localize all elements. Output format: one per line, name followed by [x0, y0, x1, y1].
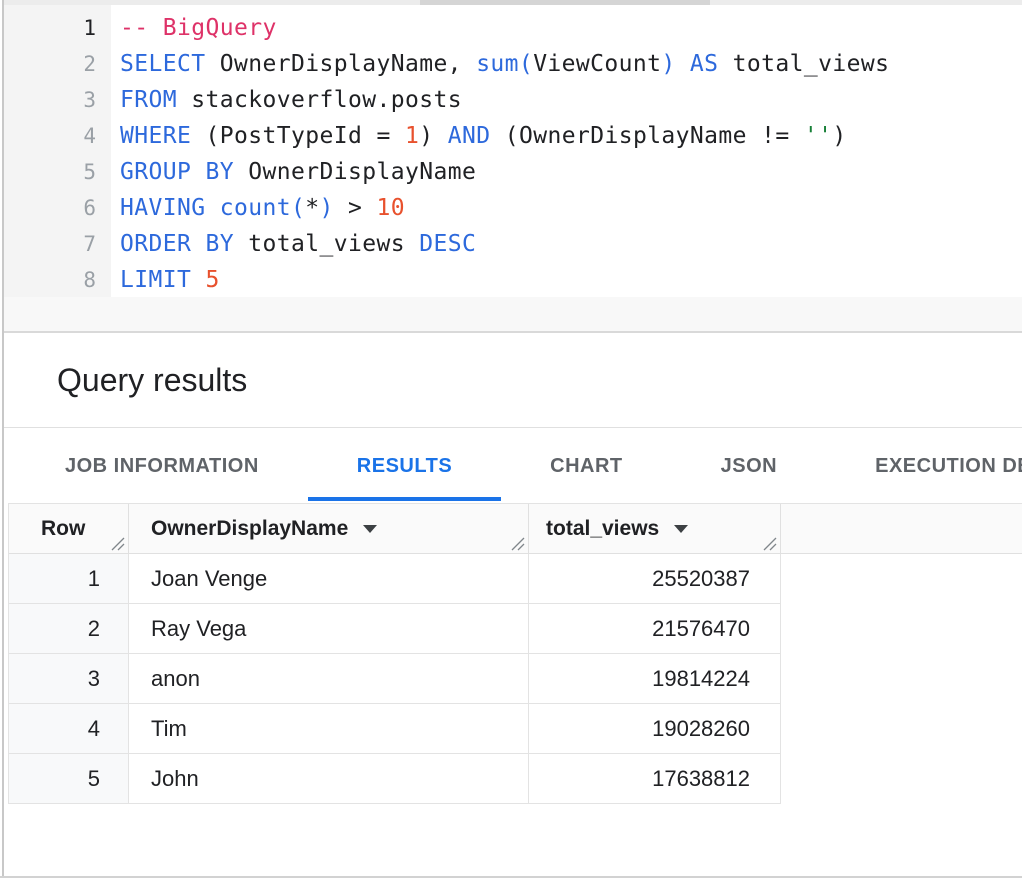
- code-text: -- BigQuery: [120, 10, 277, 46]
- column-header-row: Row: [9, 504, 129, 553]
- query-results-header-panel: Query results: [4, 333, 1022, 428]
- tab-results[interactable]: RESULTS: [308, 429, 501, 503]
- column-header-label: Row: [41, 517, 85, 541]
- scrollbar-thumb[interactable]: [420, 0, 710, 5]
- editor-bottom-spacer: [4, 297, 1022, 333]
- column-resize-handle-icon[interactable]: [111, 537, 125, 551]
- views-cell: 19814224: [529, 654, 781, 703]
- row-number-cell: 4: [9, 704, 129, 753]
- table-row: 4 Tim 19028260: [9, 704, 781, 754]
- sort-dropdown-icon[interactable]: [674, 525, 688, 533]
- tab-chart[interactable]: CHART: [501, 429, 672, 503]
- owner-cell: Joan Venge: [129, 554, 529, 603]
- table-row: 3 anon 19814224: [9, 654, 781, 704]
- code-line[interactable]: 1-- BigQuery: [4, 10, 1022, 46]
- code-line[interactable]: 5GROUP BY OwnerDisplayName: [4, 154, 1022, 190]
- row-number-cell: 1: [9, 554, 129, 603]
- owner-cell: John: [129, 754, 529, 803]
- column-header-label: OwnerDisplayName: [151, 517, 348, 541]
- sql-editor[interactable]: 1-- BigQuery 2SELECT OwnerDisplayName, s…: [4, 5, 1022, 297]
- code-line[interactable]: 2SELECT OwnerDisplayName, sum(ViewCount)…: [4, 46, 1022, 82]
- code-line[interactable]: 6HAVING count(*) > 10: [4, 190, 1022, 226]
- code-line[interactable]: 7ORDER BY total_views DESC: [4, 226, 1022, 262]
- tab-execution-details[interactable]: EXECUTION DETAILS: [826, 429, 1022, 503]
- views-cell: 17638812: [529, 754, 781, 803]
- line-number: 4: [4, 118, 111, 154]
- line-number: 8: [4, 262, 111, 298]
- table-row: 2 Ray Vega 21576470: [9, 604, 781, 654]
- row-number-cell: 5: [9, 754, 129, 803]
- views-cell: 25520387: [529, 554, 781, 603]
- code-text: HAVING count(*) > 10: [120, 190, 405, 226]
- owner-cell: anon: [129, 654, 529, 703]
- owner-cell: Tim: [129, 704, 529, 753]
- page-title: Query results: [57, 362, 247, 399]
- line-number: 3: [4, 82, 111, 118]
- table-header-filler: [781, 504, 1022, 553]
- results-tabbar: JOB INFORMATION RESULTS CHART JSON EXECU…: [4, 429, 1022, 503]
- results-table: Row OwnerDisplayName total_views 1 Joan …: [8, 503, 1022, 804]
- code-line[interactable]: 3FROM stackoverflow.posts: [4, 82, 1022, 118]
- views-cell: 21576470: [529, 604, 781, 653]
- code-text: LIMIT 5: [120, 262, 220, 298]
- line-number: 2: [4, 46, 111, 82]
- code-text: FROM stackoverflow.posts: [120, 82, 462, 118]
- row-number-cell: 3: [9, 654, 129, 703]
- code-text: ORDER BY total_views DESC: [120, 226, 476, 262]
- column-header-ownerdisplayname: OwnerDisplayName: [129, 504, 529, 553]
- views-cell: 19028260: [529, 704, 781, 753]
- code-area[interactable]: 1-- BigQuery 2SELECT OwnerDisplayName, s…: [4, 5, 1022, 298]
- line-number: 7: [4, 226, 111, 262]
- code-text: SELECT OwnerDisplayName, sum(ViewCount) …: [120, 46, 889, 82]
- sort-dropdown-icon[interactable]: [363, 525, 377, 533]
- code-line[interactable]: 4WHERE (PostTypeId = 1) AND (OwnerDispla…: [4, 118, 1022, 154]
- table-row: 5 John 17638812: [9, 754, 781, 804]
- line-number: 6: [4, 190, 111, 226]
- tab-json[interactable]: JSON: [672, 429, 826, 503]
- row-number-cell: 2: [9, 604, 129, 653]
- line-number: 1: [4, 10, 111, 46]
- table-header-row: Row OwnerDisplayName total_views: [9, 503, 1022, 554]
- column-header-total-views: total_views: [529, 504, 781, 553]
- column-resize-handle-icon[interactable]: [511, 537, 525, 551]
- column-header-label: total_views: [546, 517, 659, 541]
- bigquery-results-screen: 1-- BigQuery 2SELECT OwnerDisplayName, s…: [0, 0, 1022, 878]
- column-resize-handle-icon[interactable]: [763, 537, 777, 551]
- owner-cell: Ray Vega: [129, 604, 529, 653]
- code-text: WHERE (PostTypeId = 1) AND (OwnerDisplay…: [120, 118, 847, 154]
- line-number: 5: [4, 154, 111, 190]
- tab-job-information[interactable]: JOB INFORMATION: [16, 429, 308, 503]
- table-row: 1 Joan Venge 25520387: [9, 554, 781, 604]
- code-text: GROUP BY OwnerDisplayName: [120, 154, 476, 190]
- horizontal-scrollbar[interactable]: [4, 0, 1022, 5]
- code-line[interactable]: 8LIMIT 5: [4, 262, 1022, 298]
- panel-left-border: [2, 0, 4, 878]
